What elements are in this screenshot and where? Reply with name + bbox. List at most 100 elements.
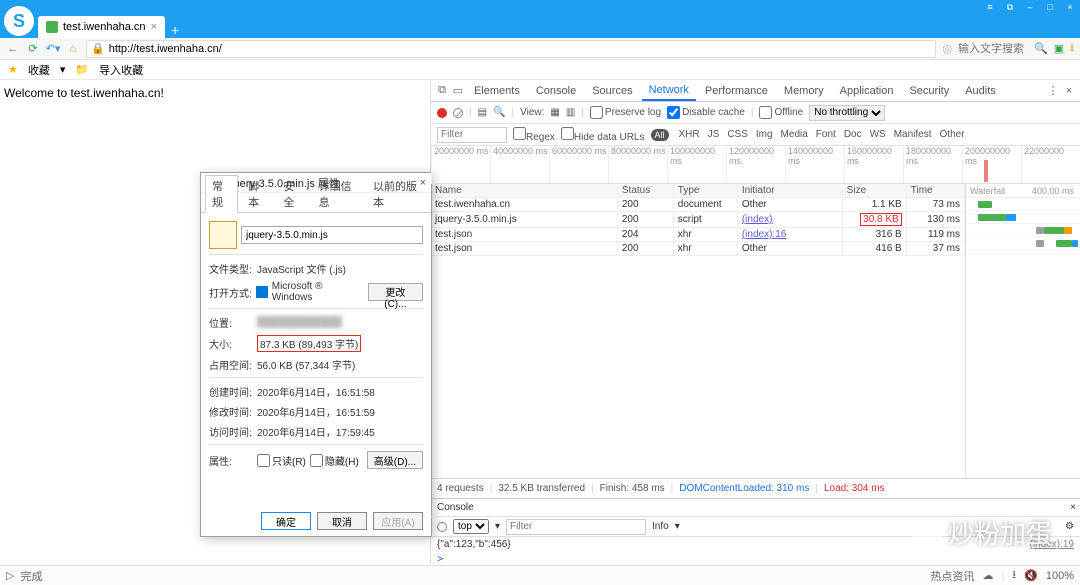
table-row[interactable]: test.json200xhrOther416 B37 ms	[431, 242, 965, 256]
filter-xhr[interactable]: XHR	[675, 128, 704, 141]
filter-ws[interactable]: WS	[866, 128, 890, 141]
reload-button[interactable]: ⟳	[26, 42, 40, 56]
cloud-icon[interactable]: ☁	[982, 569, 993, 582]
url-input[interactable]	[109, 43, 932, 55]
search-icon[interactable]: 🔍	[493, 107, 505, 118]
menu-icon[interactable]: ≡	[984, 2, 996, 12]
hidden-checkbox[interactable]: 隐藏(H)	[310, 453, 359, 468]
back-button[interactable]: ←	[6, 42, 20, 56]
filter-img[interactable]: Img	[752, 128, 777, 141]
tab-console[interactable]: Console	[529, 82, 583, 100]
tab-sources[interactable]: Sources	[585, 82, 639, 100]
tab-security[interactable]: Security	[902, 82, 956, 100]
home-button[interactable]: ⌂	[66, 42, 80, 56]
devtools-close-icon[interactable]: ×	[1062, 84, 1076, 98]
compass-icon[interactable]: ◎	[942, 42, 952, 55]
devtools-menu-icon[interactable]: ⋮	[1046, 84, 1060, 98]
col-initiator[interactable]: Initiator	[737, 184, 842, 198]
console-filter-input[interactable]	[506, 519, 646, 535]
download-icon[interactable]: ⭳	[1070, 39, 1074, 58]
filter-toggle-icon[interactable]: ▤	[478, 107, 487, 118]
network-timeline[interactable]: 20000000 ms40000000 ms60000000 ms8000000…	[431, 146, 1080, 184]
table-row[interactable]: jquery-3.5.0.min.js200script(index)30.8 …	[431, 212, 965, 228]
col-size[interactable]: Size	[842, 184, 906, 198]
preserve-log-checkbox[interactable]: Preserve log	[590, 106, 661, 119]
maximize-icon[interactable]: □	[1044, 2, 1056, 12]
tab-audits[interactable]: Audits	[958, 82, 1003, 100]
new-tab-button[interactable]: +	[165, 22, 185, 38]
undo-icon[interactable]: ↶▾	[46, 42, 60, 56]
bookmark-fav[interactable]: 收藏	[28, 62, 50, 78]
waterfall-header[interactable]: Waterfall	[970, 186, 1005, 196]
tab-application[interactable]: Application	[833, 82, 901, 100]
console-context-select[interactable]: top	[453, 519, 489, 534]
tab-performance[interactable]: Performance	[698, 82, 775, 100]
filter-js[interactable]: JS	[704, 128, 724, 141]
download-status-icon[interactable]: ⭳	[1012, 566, 1016, 585]
filter-input[interactable]	[437, 127, 507, 143]
search-input[interactable]	[958, 43, 1028, 55]
waterfall-row[interactable]	[966, 198, 1080, 211]
waterfall-row[interactable]	[966, 211, 1080, 224]
url-box[interactable]: 🔒	[86, 40, 936, 58]
waterfall-row[interactable]	[966, 237, 1080, 250]
change-app-button[interactable]: 更改(C)...	[368, 283, 423, 301]
tab-close-icon[interactable]: ×	[151, 21, 157, 33]
dialog-tab-details[interactable]: 详细信息	[313, 176, 363, 212]
view-large-icon[interactable]: ▦	[550, 107, 559, 118]
filter-all[interactable]: All	[651, 129, 669, 141]
dialog-tab-script[interactable]: 脚本	[242, 176, 273, 212]
cancel-button[interactable]: 取消	[317, 512, 367, 530]
waterfall-row[interactable]	[966, 224, 1080, 237]
console-log-source[interactable]: (index):19	[1030, 539, 1074, 550]
apply-button[interactable]: 应用(A)	[373, 512, 423, 530]
table-row[interactable]: test.json204xhr(index):16316 B119 ms	[431, 228, 965, 242]
col-status[interactable]: Status	[617, 184, 673, 198]
col-type[interactable]: Type	[673, 184, 737, 198]
disable-cache-checkbox[interactable]: Disable cache	[667, 106, 745, 119]
bookmark-import[interactable]: 导入收藏	[99, 62, 143, 78]
filter-manifest[interactable]: Manifest	[890, 128, 936, 141]
browser-tab[interactable]: test.iwenhaha.cn ×	[38, 16, 165, 38]
zoom-label[interactable]: 100%	[1046, 570, 1074, 582]
tab-network[interactable]: Network	[642, 81, 696, 101]
advanced-button[interactable]: 高级(D)...	[367, 451, 423, 469]
clear-button[interactable]	[453, 108, 463, 118]
console-clear-button[interactable]	[437, 522, 447, 532]
regex-checkbox[interactable]: Regex	[513, 127, 555, 143]
console-drawer-close-icon[interactable]: ×	[1070, 502, 1076, 513]
tab-elements[interactable]: Elements	[467, 82, 527, 100]
col-time[interactable]: Time	[906, 184, 964, 198]
status-hot[interactable]: 热点资讯	[930, 568, 974, 584]
minimize-icon[interactable]: –	[1024, 2, 1036, 12]
ok-button[interactable]: 确定	[261, 512, 311, 530]
bookmark-dropdown-icon[interactable]: ▾	[60, 63, 66, 76]
pin-icon[interactable]: ⧉	[1004, 2, 1016, 12]
throttle-select[interactable]: No throttling	[809, 105, 885, 121]
filter-doc[interactable]: Doc	[840, 128, 866, 141]
table-row[interactable]: test.iwenhaha.cn200documentOther1.1 KB73…	[431, 198, 965, 212]
close-icon[interactable]: ×	[1064, 2, 1076, 12]
play-icon[interactable]: ▷	[6, 569, 14, 582]
gear-icon[interactable]: ⚙	[1065, 521, 1074, 532]
device-icon[interactable]: ▭	[451, 84, 465, 98]
hide-dataurls-checkbox[interactable]: Hide data URLs	[561, 127, 645, 143]
filter-media[interactable]: Media	[777, 128, 812, 141]
console-level-label[interactable]: Info	[652, 521, 669, 532]
offline-checkbox[interactable]: Offline	[759, 106, 803, 119]
view-small-icon[interactable]: ▥	[566, 107, 575, 118]
mute-icon[interactable]: 🔇	[1024, 569, 1038, 582]
col-name[interactable]: Name	[431, 184, 617, 198]
dialog-tab-prev[interactable]: 以前的版本	[367, 176, 427, 212]
record-button[interactable]	[437, 108, 447, 118]
dialog-tab-security[interactable]: 安全	[277, 176, 308, 212]
shield-icon[interactable]: ▣	[1054, 42, 1064, 55]
filter-css[interactable]: CSS	[723, 128, 752, 141]
magnify-icon[interactable]: 🔍	[1034, 42, 1048, 55]
console-drawer-tab[interactable]: Console	[437, 502, 474, 513]
dialog-tab-general[interactable]: 常规	[205, 175, 238, 213]
tab-memory[interactable]: Memory	[777, 82, 831, 100]
filename-input[interactable]	[241, 226, 423, 244]
filter-font[interactable]: Font	[812, 128, 840, 141]
console-prompt[interactable]: >	[431, 552, 1080, 565]
